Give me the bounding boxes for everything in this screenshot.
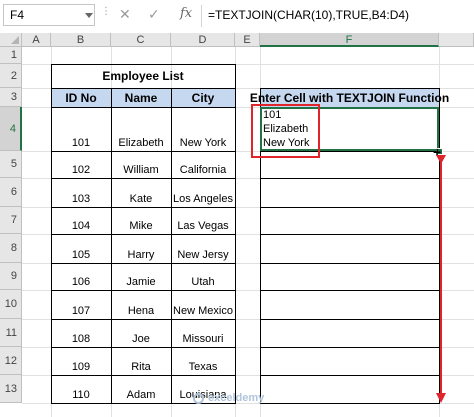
cancel-icon[interactable]: ✕	[119, 6, 131, 23]
select-all-button[interactable]	[0, 33, 22, 47]
column-header-g[interactable]	[439, 33, 474, 47]
row-header-2[interactable]: 2	[0, 64, 22, 88]
table-border	[51, 64, 236, 65]
table-cell[interactable]: William	[111, 151, 171, 178]
table-cell[interactable]: 102	[51, 151, 111, 178]
table-border	[260, 319, 440, 320]
watermark: exceldemy	[193, 392, 264, 404]
row-header-7[interactable]: 7	[0, 207, 22, 234]
table-cell[interactable]: California	[171, 151, 235, 178]
header-name: Name	[111, 88, 171, 107]
watermark-logo-icon	[193, 392, 204, 404]
formula-bar: F4 ⋮ ✕ ✓ fx =TEXTJOIN(CHAR(10),TRUE,B4:D…	[0, 0, 474, 34]
column-header-f[interactable]: F	[260, 33, 439, 47]
arrow-down-icon	[436, 393, 446, 403]
row-header-10[interactable]: 10	[0, 290, 22, 319]
table-border	[260, 88, 440, 89]
row-header-9[interactable]: 9	[0, 263, 22, 290]
table-border	[51, 263, 236, 264]
worksheet-grid[interactable]: A B C D E F 1 2 3 4 5 6 7 8 9 10 11 12 1…	[0, 33, 474, 417]
table-border	[260, 375, 440, 376]
table-cell[interactable]: Texas	[171, 347, 235, 375]
row-header-13[interactable]: 13	[0, 375, 22, 403]
table-cell[interactable]: 105	[51, 234, 111, 263]
table-cell[interactable]: Missouri	[171, 319, 235, 347]
table-cell[interactable]: New York	[171, 107, 235, 151]
table-border	[260, 290, 440, 291]
table-cell[interactable]: Joe	[111, 319, 171, 347]
header-city: City	[171, 88, 235, 107]
table-cell[interactable]: Las Vegas	[171, 207, 235, 234]
table-cell[interactable]: 110	[51, 375, 111, 403]
table-cell[interactable]: Mike	[111, 207, 171, 234]
drag-arrow	[440, 160, 442, 393]
column-header-b[interactable]: B	[51, 33, 111, 47]
table-cell[interactable]: 108	[51, 319, 111, 347]
table-cell[interactable]: Harry	[111, 234, 171, 263]
name-box[interactable]: F4	[3, 4, 95, 26]
table-cell[interactable]: New Mexico	[171, 290, 235, 319]
name-box-value: F4	[10, 8, 25, 22]
table-border	[260, 263, 440, 264]
table-border	[51, 375, 236, 376]
table-border	[260, 234, 440, 235]
column-header-c[interactable]: C	[111, 33, 171, 47]
table-border	[171, 88, 172, 403]
row-header-3[interactable]: 3	[0, 88, 22, 107]
table-border	[260, 178, 440, 179]
table-border	[260, 207, 440, 208]
highlight-box	[251, 104, 320, 158]
row-header-6[interactable]: 6	[0, 178, 22, 207]
table-cell[interactable]: 109	[51, 347, 111, 375]
table-cell[interactable]: Adam	[111, 375, 171, 403]
table-border	[51, 234, 236, 235]
table-border	[51, 319, 236, 320]
table-border	[111, 88, 112, 403]
row-header-5[interactable]: 5	[0, 151, 22, 178]
name-box-dropdown-icon[interactable]	[85, 13, 93, 18]
table-cell[interactable]: Rita	[111, 347, 171, 375]
table-cell[interactable]: Utah	[171, 263, 235, 290]
enter-icon[interactable]: ✓	[148, 6, 160, 23]
row-header-11[interactable]: 11	[0, 319, 22, 347]
table-border	[51, 178, 236, 179]
insert-function-icon[interactable]: fx	[180, 6, 192, 21]
formula-bar-separator	[201, 5, 202, 27]
table-cell[interactable]: 101	[51, 107, 111, 151]
column-header-e[interactable]: E	[235, 33, 260, 47]
table-border	[51, 207, 236, 208]
formula-input[interactable]: =TEXTJOIN(CHAR(10),TRUE,B4:D4)	[208, 8, 409, 22]
table-border	[51, 151, 236, 152]
table-border	[260, 403, 440, 404]
table-border	[51, 107, 236, 108]
table-cell[interactable]: 106	[51, 263, 111, 290]
table-cell[interactable]: 107	[51, 290, 111, 319]
table-border	[51, 88, 236, 89]
table-cell[interactable]: Kate	[111, 178, 171, 207]
grip-icon: ⋮	[101, 6, 111, 17]
table-cell[interactable]: Hena	[111, 290, 171, 319]
table-cell[interactable]: New Jersy	[171, 234, 235, 263]
row-header-8[interactable]: 8	[0, 234, 22, 263]
header-id-no: ID No	[51, 88, 111, 107]
column-header-d[interactable]: D	[171, 33, 235, 47]
table-cell[interactable]: Elizabeth	[111, 107, 171, 151]
table-border	[260, 347, 440, 348]
row-header-4[interactable]: 4	[0, 107, 22, 151]
table-cell[interactable]: Los Angeles	[171, 178, 235, 207]
table-border	[51, 290, 236, 291]
column-header-a[interactable]: A	[22, 33, 51, 47]
table-cell[interactable]: Jamie	[111, 263, 171, 290]
row-header-12[interactable]: 12	[0, 347, 22, 375]
table-cell[interactable]: 103	[51, 178, 111, 207]
select-all-icon	[11, 36, 19, 44]
watermark-text: exceldemy	[208, 392, 265, 404]
employee-list-title: Employee List	[102, 69, 184, 83]
table-border	[51, 347, 236, 348]
row-header-1[interactable]: 1	[0, 47, 22, 64]
table-cell[interactable]: 104	[51, 207, 111, 234]
